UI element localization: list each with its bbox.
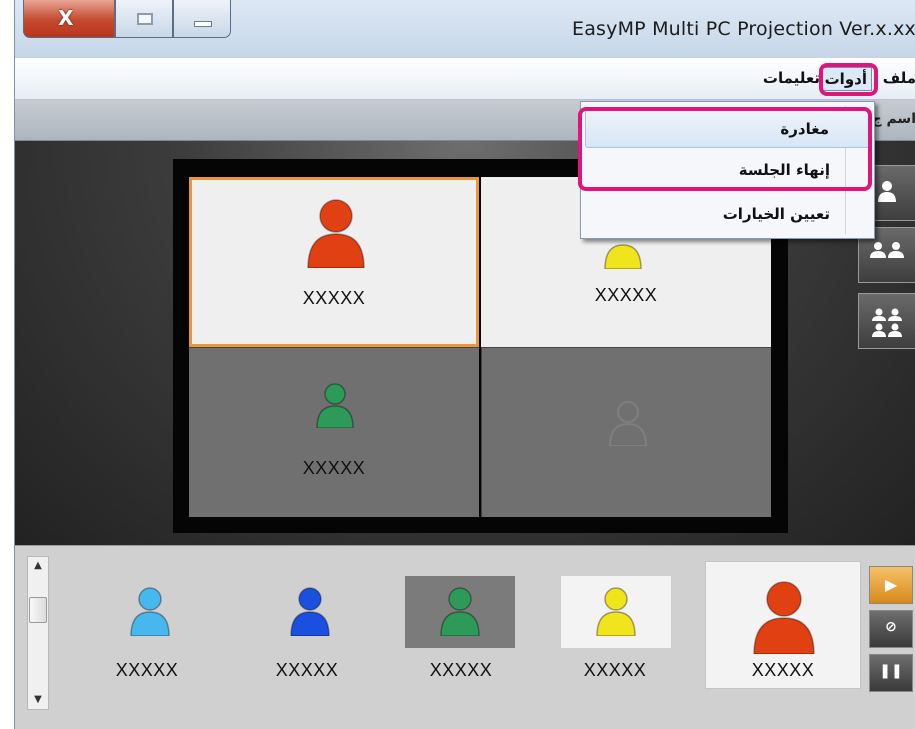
maximize-button[interactable]: [115, 0, 173, 38]
scroll-up-icon[interactable]: ▲: [28, 557, 48, 575]
pause-icon: ❚❚: [879, 663, 903, 679]
user-icon: [439, 586, 481, 636]
participant-thumbnail[interactable]: [561, 576, 671, 648]
play-button[interactable]: ▶: [869, 566, 913, 604]
menu-help[interactable]: تعليمات: [763, 69, 820, 87]
participant-label: XXXXX: [115, 660, 179, 680]
projection-cell-1[interactable]: XXXXX: [189, 177, 479, 347]
participant-thumbnail[interactable]: [405, 576, 515, 648]
window-title: EasyMP Multi PC Projection Ver.x.xx: [571, 18, 915, 40]
cell-label: XXXXX: [302, 288, 366, 308]
user-icon: [302, 198, 370, 268]
user-icon: [129, 586, 171, 636]
title-bar: X EasyMP Multi PC Projection Ver.x.xx: [15, 0, 915, 58]
highlight-tools-menu: [819, 63, 878, 96]
participant-scrollbar[interactable]: ▲ ▼: [27, 556, 49, 710]
minimize-button[interactable]: [173, 0, 231, 38]
info-label: اسم ج: [871, 111, 915, 127]
participant-label: XXXXX: [275, 660, 339, 680]
user-icon: [313, 382, 357, 428]
layout-quad-button[interactable]: [858, 293, 915, 349]
two-persons-icon: [859, 242, 915, 259]
scroll-down-icon[interactable]: ▼: [28, 691, 48, 709]
menu-item-set-options[interactable]: تعيين الخيارات: [585, 194, 870, 234]
maximize-icon: [137, 13, 153, 25]
four-persons-icon: [859, 308, 915, 339]
presenter-label: XXXXX: [751, 660, 815, 680]
minimize-icon: [194, 21, 212, 27]
cell-label: XXXXX: [302, 458, 366, 478]
participant-thumbnail[interactable]: [95, 576, 205, 648]
projection-cell-3[interactable]: XXXXX: [189, 347, 479, 517]
mute-icon: ⊘: [885, 619, 897, 635]
mute-video-button[interactable]: ⊘: [869, 610, 913, 648]
highlight-dropdown-items: [578, 107, 872, 191]
close-button[interactable]: X: [23, 0, 115, 38]
cell-label: XXXXX: [594, 285, 658, 305]
play-icon: ▶: [884, 575, 898, 594]
menu-file[interactable]: ملف: [883, 69, 915, 87]
participant-thumbnail[interactable]: [255, 576, 365, 648]
participant-strip: ▲ ▼ XXXXX XXXXX XXXXX XXXXX XXXXX ▶ ⊘ ❚❚: [15, 545, 915, 729]
participant-label: XXXXX: [429, 660, 493, 680]
empty-user-icon: [606, 400, 650, 446]
user-icon: [289, 586, 331, 636]
pause-button[interactable]: ❚❚: [869, 654, 913, 692]
scroll-thumb[interactable]: [29, 597, 47, 623]
user-icon: [595, 586, 637, 636]
application-window: X EasyMP Multi PC Projection Ver.x.xx مل…: [14, 0, 915, 729]
user-icon: [603, 239, 643, 269]
projection-cell-4[interactable]: [481, 347, 771, 517]
participant-label: XXXXX: [583, 660, 647, 680]
menu-bar: ملف أدوات تعليمات: [15, 58, 915, 100]
user-icon: [748, 580, 820, 654]
close-icon: X: [58, 6, 74, 30]
